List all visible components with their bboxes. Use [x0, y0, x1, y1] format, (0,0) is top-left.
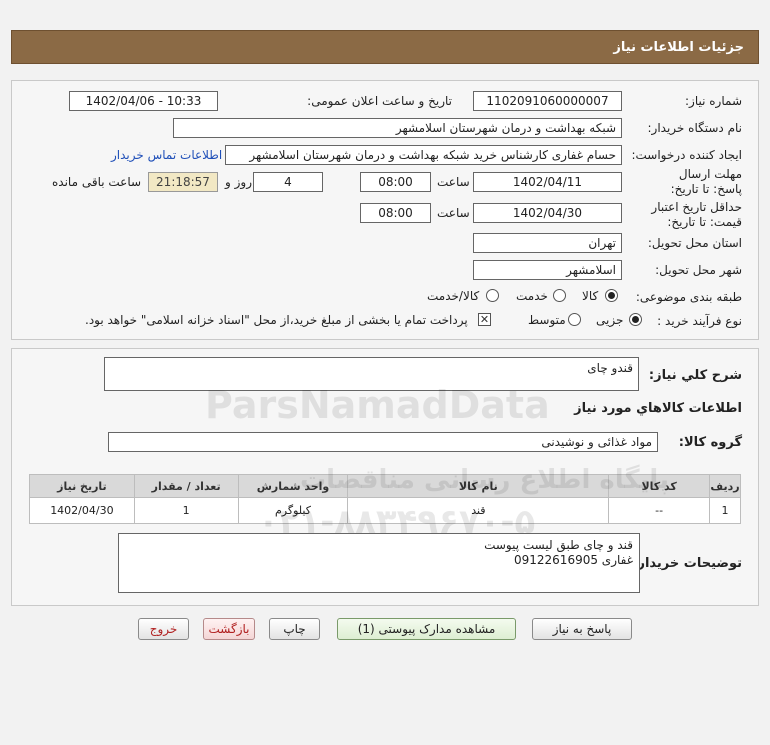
process-label: نوع فرآیند خرید :	[657, 314, 742, 328]
cell-qty: 1	[133, 497, 239, 524]
summary-title-field: قندو چای	[104, 357, 639, 391]
category-label: طبقه بندی موضوعی:	[635, 290, 742, 304]
cell-date: 1402/04/30	[29, 497, 135, 524]
city-label: شهر محل تحویل:	[655, 263, 742, 277]
process-option-minor: جزیی	[596, 313, 624, 327]
col-unit: واحد شمارش	[237, 474, 349, 498]
remaining-days-field: 4	[253, 172, 323, 192]
category-radio-goods[interactable]	[605, 289, 618, 302]
table-header-row: ردیف کد کالا نام کالا واحد شمارش تعداد /…	[29, 474, 742, 498]
creator-label: ایجاد کننده درخواست:	[631, 148, 742, 162]
col-row: ردیف	[708, 474, 742, 498]
buyer-notes-field: قند و چای طبق لیست پیوست غفاری 091226169…	[118, 533, 640, 593]
goods-group-label: گروه کالا:	[678, 435, 742, 450]
remaining-time-label: ساعت باقی مانده	[52, 175, 142, 189]
buyer-notes-line-1: قند و چای طبق لیست پیوست	[484, 538, 633, 552]
province-label: استان محل تحویل:	[647, 236, 742, 250]
page-header: جزئیات اطلاعات نیاز	[11, 30, 759, 64]
price-time-field: 08:00	[360, 203, 431, 223]
category-option-goods: کالا	[582, 289, 599, 303]
creator-field: حسام غفاری کارشناس خرید شبکه بهداشت و در…	[225, 145, 622, 165]
reply-button[interactable]: پاسخ به نیاز	[532, 618, 632, 640]
reply-time-field: 08:00	[360, 172, 431, 192]
col-name: نام کالا	[347, 474, 610, 498]
price-time-label: ساعت	[437, 206, 470, 220]
process-option-medium: متوسط	[528, 313, 566, 327]
need-number-field: 1102091060000007	[473, 91, 622, 111]
table-row: 1 -- قند کیلوگرم 1 1402/04/30	[29, 497, 742, 524]
city-field: اسلامشهر	[473, 260, 622, 280]
process-radio-minor[interactable]	[629, 313, 642, 326]
category-option-both: کالا/خدمت	[427, 289, 480, 303]
price-date-field: 1402/04/30	[473, 203, 622, 223]
goods-info-title: اطلاعات کالاهاي مورد نیاز	[574, 401, 742, 416]
category-option-service: خدمت	[516, 289, 548, 303]
summary-title-label: شرح کلي نیاز:	[648, 368, 742, 383]
col-date: تاریخ نیاز	[29, 474, 135, 498]
buyer-org-label: نام دستگاه خریدار:	[647, 121, 743, 135]
buyer-notes-line-2: غفاری 09122616905	[514, 553, 633, 567]
col-qty: تعداد / مقدار	[133, 474, 239, 498]
col-code: کد کالا	[608, 474, 710, 498]
print-button[interactable]: چاپ	[269, 618, 320, 640]
treasury-checkbox[interactable]: ✕	[478, 313, 491, 326]
buyer-notes-label: توضیحات خریدار:	[632, 556, 742, 571]
days-label: روز و	[225, 175, 252, 189]
reply-deadline-label: مهلت ارسال پاسخ: تا تاریخ:	[670, 167, 742, 196]
payment-note: پرداخت تمام یا بخشی از مبلغ خرید،از محل …	[85, 313, 468, 327]
goods-group-field: مواد غذائی و نوشیدنی	[108, 432, 658, 452]
price-validity-label: حداقل تاریخ اعتبار قیمت: تا تاریخ:	[651, 200, 742, 229]
goods-table: ردیف کد کالا نام کالا واحد شمارش تعداد /…	[29, 474, 742, 524]
category-radio-service[interactable]	[553, 289, 566, 302]
view-attachments-button[interactable]: مشاهده مدارک پیوستی (1)	[337, 618, 516, 640]
exit-button[interactable]: خروج	[138, 618, 189, 640]
cell-row: 1	[708, 497, 742, 524]
remaining-time-field: 21:18:57	[148, 172, 218, 192]
buyer-contact-link[interactable]: اطلاعات تماس خریدار	[111, 148, 222, 162]
cell-name: قند	[347, 497, 610, 524]
reply-time-label: ساعت	[437, 175, 470, 189]
page-title: جزئیات اطلاعات نیاز	[613, 39, 744, 55]
announce-date-label: تاریخ و ساعت اعلان عمومی:	[307, 94, 452, 108]
need-number-label: شماره نیاز:	[685, 94, 742, 108]
reply-date-field: 1402/04/11	[473, 172, 622, 192]
process-radio-medium[interactable]	[568, 313, 581, 326]
back-button[interactable]: بازگشت	[203, 618, 255, 640]
cell-code: --	[608, 497, 710, 524]
province-field: تهران	[473, 233, 622, 253]
buyer-org-field: شبکه بهداشت و درمان شهرستان اسلامشهر	[173, 118, 622, 138]
category-radio-both[interactable]	[486, 289, 499, 302]
announce-date-field: 1402/04/06 - 10:33	[69, 91, 218, 111]
cell-unit: کیلوگرم	[237, 497, 349, 524]
